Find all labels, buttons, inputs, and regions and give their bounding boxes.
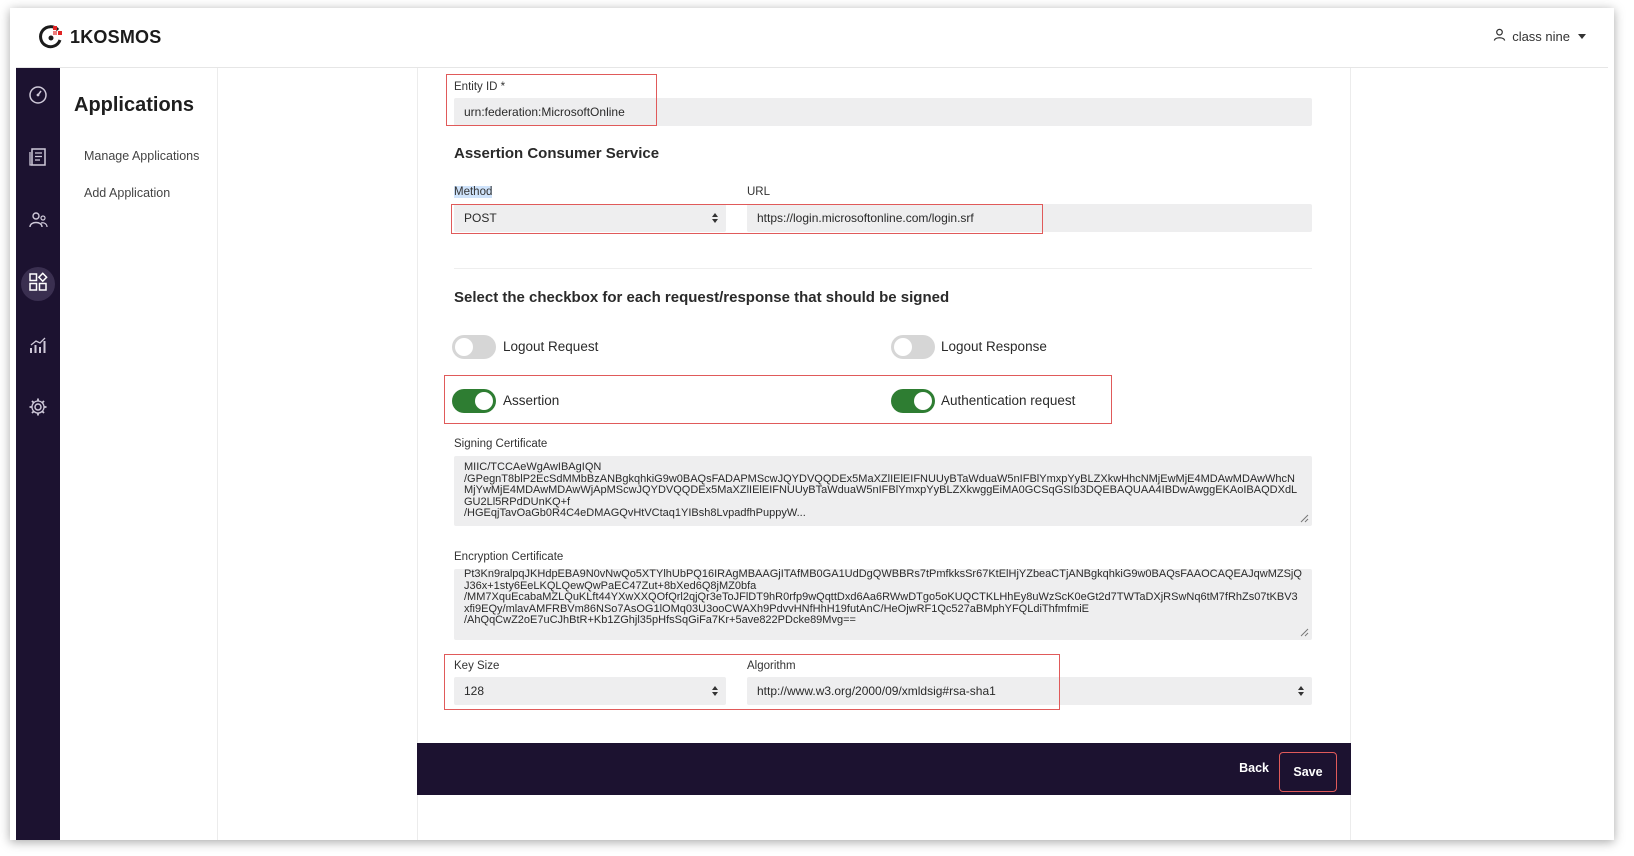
divider [454,268,1312,269]
back-button[interactable]: Back [1239,761,1269,775]
gear-icon [28,397,48,422]
acs-heading: Assertion Consumer Service [454,145,660,162]
rail-item-applications[interactable] [21,267,55,301]
applications-icon [28,271,48,297]
signing-certificate-textarea[interactable]: MIIC/TCCAeWgAwIBAgIQN /GPegnT8blP2EcSdMM… [454,456,1312,526]
rail-item-analytics[interactable] [21,330,55,364]
brand-name: 1KOSMOS [70,26,162,47]
select-arrows-icon [1298,686,1304,696]
app-window: 1KOSMOS class nine Applications Manage A… [10,8,1614,840]
chevron-down-icon [1578,33,1586,39]
signing-certificate-value: MIIC/TCCAeWgAwIBAgIQN /GPegnT8blP2EcSdMM… [464,461,1298,519]
user-name: class nine [1512,28,1570,44]
encryption-certificate-label: Encryption Certificate [454,551,564,563]
rail-item-settings[interactable] [21,392,55,426]
highlight-box [451,204,1043,234]
logout-request-toggle[interactable] [452,335,496,359]
url-label: URL [747,186,771,198]
logout-response-label: Logout Response [941,339,1047,354]
form-footer: Back Save [417,743,1351,795]
kosmos-logo-icon [38,24,64,50]
subnav-item-add-application[interactable]: Add Application [84,186,170,200]
logout-response-toggle[interactable] [891,335,935,359]
signing-heading: Select the checkbox for each request/res… [454,289,950,306]
sub-sidebar: Applications Manage Applications Add App… [60,68,218,840]
dashboard-icon [28,85,48,110]
save-button[interactable]: Save [1279,752,1337,792]
resize-handle-icon[interactable] [1299,627,1309,637]
encryption-certificate-textarea[interactable]: Pt3Kn9ralpqJKHdpEBA9N0vNwQo5XTYlhUbPQ16I… [454,569,1312,640]
rail-item-dashboard[interactable] [21,80,55,114]
subnav-item-manage-applications[interactable]: Manage Applications [84,149,199,163]
page-title: Applications [74,94,195,116]
user-icon [1493,28,1506,44]
method-label: Method [454,186,493,198]
directory-icon [28,147,48,172]
analytics-icon [28,335,48,360]
highlight-box [446,74,657,126]
signing-certificate-label: Signing Certificate [454,438,548,450]
icon-rail [16,68,60,840]
rail-item-users[interactable] [21,205,55,239]
resize-handle-icon[interactable] [1299,513,1309,523]
logout-request-label: Logout Request [503,339,599,354]
users-icon [28,210,48,235]
encryption-certificate-value: Pt3Kn9ralpqJKHdpEBA9N0vNwQo5XTYlhUbPQ16I… [464,569,1302,626]
brand-logo[interactable]: 1KOSMOS [38,24,161,50]
top-bar: 1KOSMOS class nine [16,8,1608,68]
application-form: Entity ID * urn:federation:MicrosoftOnli… [417,68,1351,840]
highlight-box [444,654,1060,710]
rail-item-directory[interactable] [21,142,55,176]
highlight-box [444,375,1112,424]
user-menu[interactable]: class nine [1493,28,1586,44]
